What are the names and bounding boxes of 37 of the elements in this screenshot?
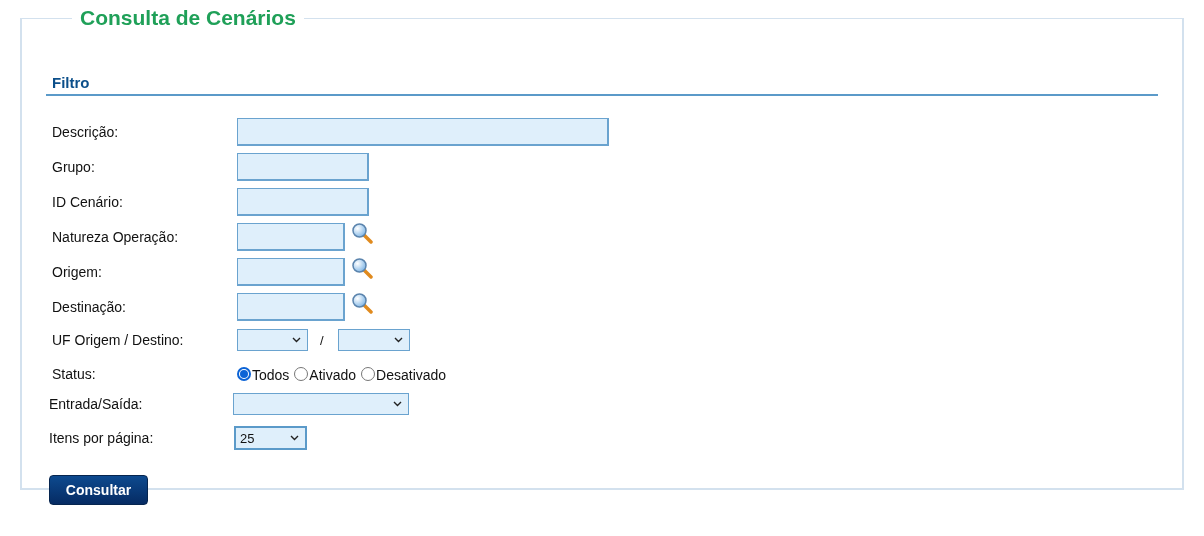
radio-label: Todos	[252, 367, 290, 383]
search-icon[interactable]	[351, 222, 373, 244]
input-field[interactable]	[237, 292, 345, 321]
radio-label: Desativado	[376, 367, 447, 383]
field-label: Entrada/Saída:	[48, 396, 144, 412]
page-title: Consulta de Cenários	[79, 6, 297, 30]
field-label: UF Origem / Destino:	[51, 332, 185, 348]
radio-label: Ativado	[309, 367, 357, 383]
section-heading: Filtro	[46, 74, 1158, 96]
caret-icon	[393, 401, 402, 407]
field-label: Grupo:	[51, 158, 96, 175]
caret-icon	[292, 337, 301, 343]
search-button[interactable]: Consultar	[49, 475, 148, 505]
radio-button[interactable]	[361, 366, 376, 381]
search-icon[interactable]	[351, 257, 373, 279]
separator-text: /	[320, 332, 324, 348]
input-field[interactable]	[237, 152, 369, 181]
caret-icon	[290, 435, 299, 441]
input-field[interactable]	[237, 117, 609, 146]
field-label: Natureza Operação:	[51, 228, 180, 245]
radio-button[interactable]	[294, 366, 309, 381]
field-label: Origem:	[51, 263, 103, 280]
input-field[interactable]	[237, 257, 345, 286]
field-label: Status:	[51, 365, 97, 382]
dropdown[interactable]	[237, 329, 308, 351]
input-field[interactable]	[237, 222, 345, 251]
field-label: Descrição:	[51, 123, 120, 140]
dropdown[interactable]	[337, 329, 410, 351]
caret-icon	[393, 337, 403, 343]
field-label: ID Cenário:	[51, 193, 124, 210]
dropdown[interactable]	[233, 393, 409, 415]
field-label: Destinação:	[51, 298, 127, 315]
search-icon[interactable]	[351, 292, 373, 314]
radio-button[interactable]	[237, 366, 251, 381]
field-label: Itens por página:	[48, 430, 155, 446]
dropdown[interactable]: 25	[234, 426, 307, 450]
input-field[interactable]	[237, 187, 369, 216]
